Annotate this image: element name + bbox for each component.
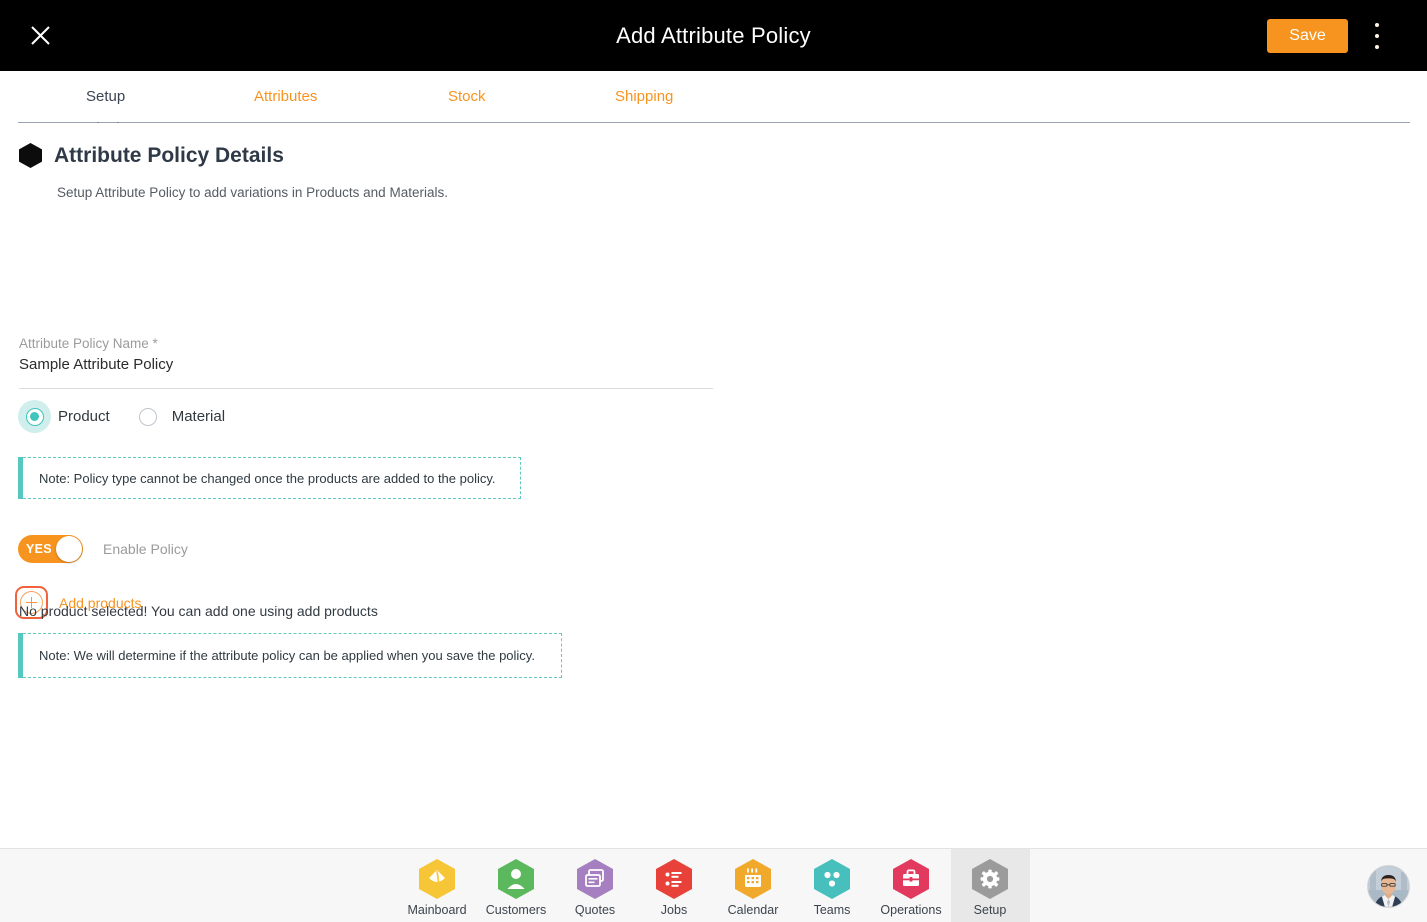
- tab-stock[interactable]: Stock: [448, 71, 486, 123]
- section-header: Attribute Policy Details: [19, 143, 284, 168]
- customers-icon: [497, 858, 535, 900]
- nav-label-mainboard: Mainboard: [407, 903, 467, 917]
- note-policy-type: Note: Policy type cannot be changed once…: [18, 457, 521, 499]
- main-content: Attribute Policy Details Setup Attribute…: [0, 123, 1427, 848]
- radio-product-dot: [30, 412, 39, 421]
- mainboard-icon: [418, 858, 456, 900]
- radio-material-label: Material: [171, 408, 226, 425]
- enable-policy-row: YES Enable Policy: [18, 535, 188, 563]
- empty-state-message: No product selected! You can add one usi…: [19, 603, 378, 619]
- radio-material-halo: [132, 400, 165, 433]
- radio-product-circle: [25, 407, 44, 426]
- enable-policy-toggle-knob: [56, 536, 82, 562]
- radio-product-label: Product: [58, 408, 110, 425]
- calendar-icon: [734, 858, 772, 900]
- setup-gear-icon: [971, 858, 1009, 900]
- radio-product[interactable]: Product: [18, 400, 110, 433]
- bottom-navigation-bar: Mainboard Customers Quotes Jobs Calendar…: [0, 848, 1427, 922]
- nav-label-jobs: Jobs: [660, 903, 688, 917]
- nav-label-calendar: Calendar: [727, 903, 779, 917]
- nav-item-customers[interactable]: Customers: [477, 849, 556, 922]
- tab-attributes[interactable]: Attributes: [254, 71, 317, 123]
- nav-item-quotes[interactable]: Quotes: [556, 849, 635, 922]
- kebab-menu-icon[interactable]: [1366, 21, 1388, 51]
- note-apply-policy-text: Note: We will determine if the attribute…: [39, 648, 535, 663]
- note-apply-policy: Note: We will determine if the attribute…: [18, 633, 562, 678]
- app-header: Add Attribute Policy Save: [0, 0, 1427, 71]
- enable-policy-label: Enable Policy: [103, 541, 188, 557]
- hexagon-bullet-icon: [19, 143, 42, 168]
- save-button[interactable]: Save: [1267, 19, 1348, 53]
- nav-label-teams: Teams: [813, 903, 851, 917]
- nav-label-operations: Operations: [880, 903, 942, 917]
- nav-label-quotes: Quotes: [574, 903, 616, 917]
- enable-policy-toggle[interactable]: YES: [18, 535, 83, 563]
- section-title: Attribute Policy Details: [54, 143, 284, 167]
- policy-name-input[interactable]: [19, 356, 679, 373]
- policy-name-underline: [19, 388, 713, 389]
- user-avatar[interactable]: [1367, 865, 1410, 908]
- radio-product-halo: [18, 400, 51, 433]
- policy-name-label: Attribute Policy Name *: [19, 336, 158, 351]
- operations-icon: [892, 858, 930, 900]
- teams-icon: [813, 858, 851, 900]
- nav-item-operations[interactable]: Operations: [872, 849, 951, 922]
- nav-item-mainboard[interactable]: Mainboard: [398, 849, 477, 922]
- radio-material-dot: [144, 412, 153, 421]
- nav-item-setup[interactable]: Setup: [950, 849, 1030, 922]
- policy-type-radio-group: Product Material: [18, 400, 247, 433]
- tab-bar: Setup Attributes Stock Shipping: [0, 71, 1427, 123]
- enable-policy-toggle-value: YES: [26, 542, 52, 556]
- nav-item-jobs[interactable]: Jobs: [635, 849, 714, 922]
- note-policy-type-text: Note: Policy type cannot be changed once…: [39, 470, 496, 486]
- tab-setup[interactable]: Setup: [86, 71, 125, 123]
- jobs-icon: [655, 858, 693, 900]
- nav-label-setup: Setup: [973, 903, 1007, 917]
- nav-item-teams[interactable]: Teams: [793, 849, 872, 922]
- page-title: Add Attribute Policy: [616, 23, 811, 48]
- radio-material[interactable]: Material: [132, 400, 225, 433]
- nav-item-calendar[interactable]: Calendar: [714, 849, 793, 922]
- section-subtitle: Setup Attribute Policy to add variations…: [57, 185, 448, 200]
- radio-material-circle: [139, 407, 158, 426]
- nav-label-customers: Customers: [485, 903, 547, 917]
- tab-shipping[interactable]: Shipping: [615, 71, 673, 123]
- quotes-icon: [576, 858, 614, 900]
